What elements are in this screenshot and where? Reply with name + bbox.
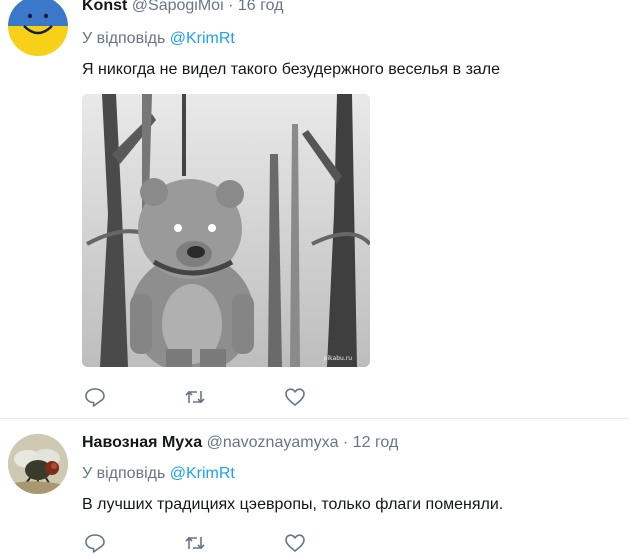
avatar[interactable]: [8, 434, 68, 494]
bear-costume-photo: pikabu.ru: [82, 94, 370, 367]
reply-icon: [85, 388, 105, 407]
reply-context: У відповідь @KrimRt: [82, 465, 235, 483]
like-icon: [285, 388, 305, 406]
ukraine-flag-smiley-icon: [8, 0, 68, 56]
display-name[interactable]: Konst: [82, 0, 127, 14]
timestamp[interactable]: 12 год: [353, 434, 399, 451]
retweet-icon: [185, 536, 205, 550]
reply-mention-link[interactable]: @KrimRt: [170, 30, 235, 47]
timestamp[interactable]: 16 год: [238, 0, 284, 14]
separator: ·: [228, 0, 234, 14]
display-name[interactable]: Навозная Муха: [82, 434, 202, 451]
fly-icon: [8, 434, 68, 494]
like-icon: [285, 534, 305, 552]
tweet-header: Навозная Муха @navoznayamyxa · 12 год: [82, 434, 398, 452]
retweet-button[interactable]: [184, 533, 206, 553]
reply-prefix: У відповідь: [82, 465, 166, 482]
reply-button[interactable]: [84, 533, 106, 553]
reply-context: У відповідь @KrimRt: [82, 30, 235, 48]
tweet-text: Я никогда не видел такого безудержного в…: [82, 61, 501, 78]
reply-mention-link[interactable]: @KrimRt: [170, 465, 235, 482]
retweet-button[interactable]: [184, 387, 206, 407]
username[interactable]: @SapogiMoi: [132, 0, 224, 14]
username[interactable]: @navoznayamyxa: [207, 434, 339, 451]
like-button[interactable]: [284, 533, 306, 553]
media-watermark: pikabu.ru: [324, 355, 353, 362]
tweet-media-image[interactable]: pikabu.ru: [82, 94, 370, 367]
reply-prefix: У відповідь: [82, 30, 166, 47]
reply-button[interactable]: [84, 387, 106, 407]
reply-icon: [85, 534, 105, 553]
retweet-icon: [185, 390, 205, 404]
tweet-text: В лучших традициях цэевропы, только флаг…: [82, 496, 504, 513]
avatar[interactable]: [8, 0, 68, 56]
tweet-header: Konst @SapogiMoi · 16 год: [82, 0, 283, 15]
tweet[interactable]: Konst @SapogiMoi · 16 год У відповідь @K…: [0, 0, 629, 418]
like-button[interactable]: [284, 387, 306, 407]
tweet[interactable]: Навозная Муха @navoznayamyxa · 12 год У …: [0, 419, 629, 553]
separator: ·: [342, 434, 349, 451]
